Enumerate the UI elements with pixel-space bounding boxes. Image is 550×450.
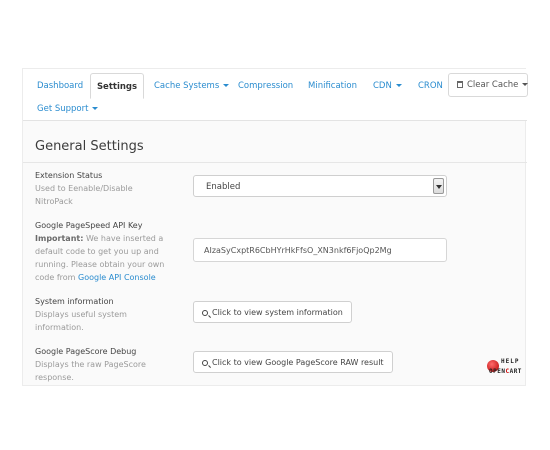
pagescore-debug-label: Google PageScore Debug Displays the raw … [35,345,165,384]
search-icon [202,310,208,316]
row-description: Important: We have inserted a default co… [35,234,165,282]
view-system-information-button[interactable]: Click to view system information [193,301,352,323]
clear-cache-button[interactable]: Clear Cache [448,73,529,97]
extension-status-label: Extension Status Used to Eenable/Disable… [35,169,165,208]
chevron-down-icon [522,83,529,86]
divider [23,162,527,163]
section-title: General Settings [35,139,144,154]
nav-tabs: Dashboard Settings Cache Systems Compres… [23,69,529,121]
tab-dashboard[interactable]: Dashboard [37,81,83,91]
chevron-down-icon [395,84,402,87]
chevron-down-icon[interactable] [433,178,444,194]
chevron-down-icon [223,84,230,87]
select-value: Enabled [206,182,241,192]
view-pagescore-raw-button[interactable]: Click to view Google PageScore RAW resul… [193,351,393,373]
row-description: Used to Eenable/Disable NitroPack [35,184,133,206]
row-title: Google PageScore Debug [35,347,137,356]
system-information-label: System information Displays useful syste… [35,295,165,334]
tab-cron[interactable]: CRON [418,81,443,91]
important-text: Important: [35,234,84,243]
search-icon [202,360,208,366]
trash-icon [457,81,463,88]
settings-panel: Dashboard Settings Cache Systems Compres… [22,68,529,386]
api-key-input[interactable]: AIzaSyCxptR6CbHYrHkFfsO_XN3nkf6FjoQp2Mg [193,238,447,262]
chevron-down-icon [92,107,99,110]
row-title: System information [35,297,114,306]
extension-status-select[interactable]: Enabled [193,175,447,197]
row-description: Displays the raw PageScore response. [35,360,146,382]
row-title: Google PageSpeed API Key [35,221,143,230]
tab-minification[interactable]: Minification [308,81,357,91]
api-key-label: Google PageSpeed API Key Important: We h… [35,219,165,284]
tab-get-support[interactable]: Get Support [37,104,99,114]
row-description: Displays useful system information. [35,310,127,332]
tab-settings[interactable]: Settings [90,73,144,99]
help-opencart-logo: HELP OPENCART [487,358,522,375]
google-api-console-link[interactable]: Google API Console [78,273,156,282]
row-title: Extension Status [35,171,103,180]
tab-cache-systems[interactable]: Cache Systems [154,81,230,91]
tab-compression[interactable]: Compression [238,81,293,91]
tab-cdn[interactable]: CDN [373,81,402,91]
